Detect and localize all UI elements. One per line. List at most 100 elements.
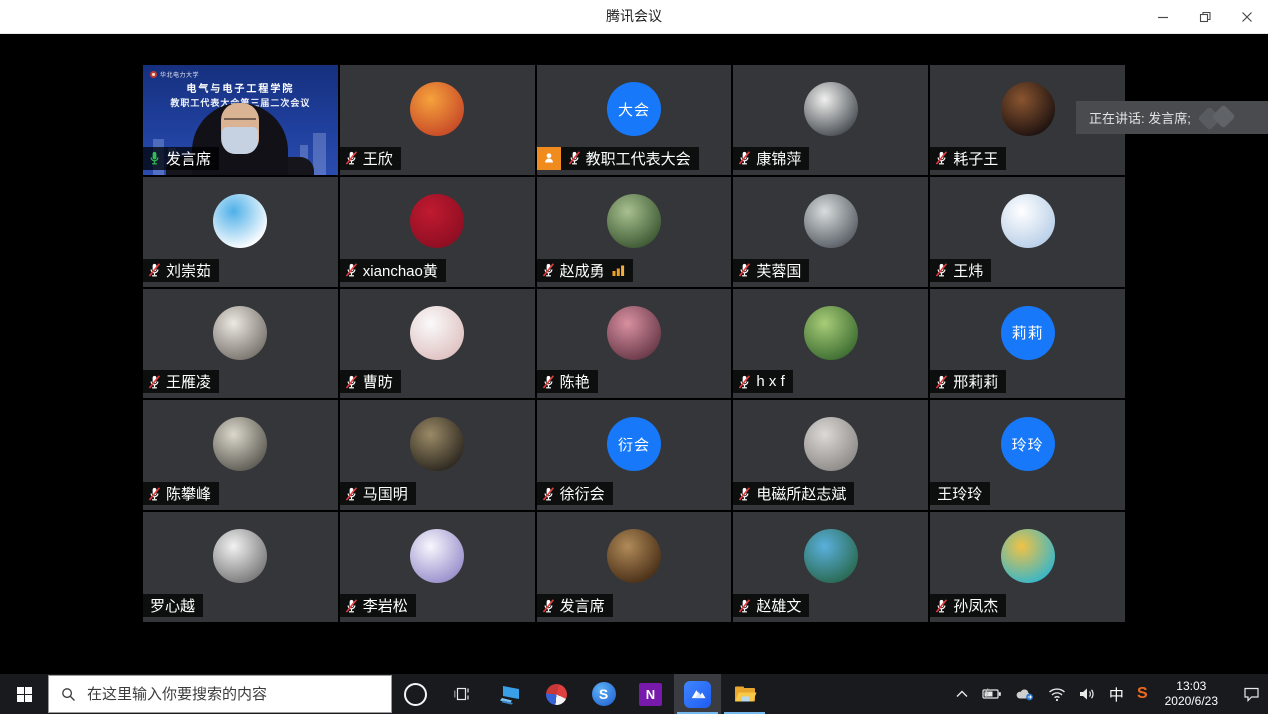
video-tile[interactable]: 王炜: [930, 177, 1125, 287]
taskbar-search[interactable]: [48, 675, 392, 713]
participant-label: 发言席: [143, 147, 219, 170]
mic-muted-icon: [567, 150, 582, 166]
mic-muted-icon: [344, 150, 359, 166]
video-tile[interactable]: 电磁所赵志斌: [733, 400, 928, 510]
video-tile[interactable]: 王欣: [340, 65, 535, 175]
speaker-face-mask: [222, 127, 258, 154]
participant-name: 发言席: [560, 595, 605, 616]
mic-muted-icon: [344, 486, 359, 502]
participant-name: 赵雄文: [756, 595, 801, 616]
video-tile[interactable]: 刘崇茹: [143, 177, 338, 287]
search-input[interactable]: [85, 685, 391, 704]
video-tile[interactable]: 衍会 徐衍会: [537, 400, 732, 510]
video-tile[interactable]: 曹昉: [340, 289, 535, 399]
participant-label: 康锦萍: [733, 147, 809, 170]
cloud-icon: [1015, 687, 1035, 701]
avatar: [804, 306, 858, 360]
university-emblem-icon: [150, 71, 157, 78]
participant-label: 王炜: [930, 259, 991, 282]
onedrive-status[interactable]: [1015, 687, 1035, 701]
close-button[interactable]: [1226, 0, 1268, 33]
video-tile[interactable]: 罗心越: [143, 512, 338, 622]
video-tile[interactable]: 王雁凌: [143, 289, 338, 399]
mic-muted-icon: [541, 598, 556, 614]
video-tile[interactable]: 孙凤杰: [930, 512, 1125, 622]
tray-expand-button[interactable]: [955, 689, 969, 699]
start-button[interactable]: [0, 674, 48, 714]
avatar: [410, 417, 464, 471]
video-tile[interactable]: 大会 教职工代表大会: [537, 65, 732, 175]
mic-muted-icon: [147, 374, 162, 390]
avatar: [410, 306, 464, 360]
participant-label: 王玲玲: [930, 482, 990, 505]
battery-icon: [982, 688, 1002, 700]
file-explorer-icon: [733, 684, 757, 704]
participant-label: 赵成勇: [537, 259, 633, 282]
participant-label: 耗子王: [930, 147, 1006, 170]
participant-name: 康锦萍: [756, 148, 801, 169]
video-tile[interactable]: 陈攀峰: [143, 400, 338, 510]
slide-title-line1: 电气与电子工程学院: [143, 80, 338, 95]
battery-status[interactable]: [982, 688, 1002, 700]
sogou-ime-icon[interactable]: S: [1137, 685, 1148, 703]
participant-label: 王雁凌: [143, 370, 219, 393]
video-tile[interactable]: 莉莉 邢莉莉: [930, 289, 1125, 399]
video-tile[interactable]: xianchao黄: [340, 177, 535, 287]
participant-label: 曹昉: [340, 370, 401, 393]
video-tile[interactable]: 李岩松: [340, 512, 535, 622]
participant-label: 罗心越: [143, 594, 203, 617]
sogou-browser-button[interactable]: S: [580, 674, 627, 714]
participant-label: 孙凤杰: [930, 594, 1006, 617]
minimize-button[interactable]: [1142, 0, 1184, 33]
participant-name: 马国明: [363, 483, 408, 504]
cortana-icon: [404, 683, 427, 706]
video-tile[interactable]: 陈艳: [537, 289, 732, 399]
mic-muted-icon: [934, 598, 949, 614]
participant-name: 王雁凌: [166, 371, 211, 392]
participant-label: 刘崇茹: [143, 259, 219, 282]
host-badge-icon: [537, 147, 561, 170]
video-tile[interactable]: 发言席: [537, 512, 732, 622]
wifi-status[interactable]: [1048, 687, 1066, 701]
avatar: [607, 306, 661, 360]
avatar: 玲玲: [1001, 417, 1055, 471]
restore-button[interactable]: [1184, 0, 1226, 33]
video-tile[interactable]: 赵成勇: [537, 177, 732, 287]
video-tile[interactable]: 赵雄文: [733, 512, 928, 622]
action-center-button[interactable]: [1243, 686, 1260, 703]
cortana-button[interactable]: [392, 674, 439, 714]
video-tile[interactable]: 康锦萍: [733, 65, 928, 175]
taskbar: S N 中 S 1: [0, 674, 1268, 714]
participant-grid: 华北电力大学 电气与电子工程学院 教职工代表大会第三届二次会议 发言席: [143, 65, 1125, 622]
onenote-button[interactable]: N: [627, 674, 674, 714]
sogou-browser-icon: S: [592, 682, 616, 706]
video-tile[interactable]: 玲玲 王玲玲: [930, 400, 1125, 510]
clock-date: 2020/6/23: [1165, 694, 1218, 709]
volume-status[interactable]: [1079, 687, 1096, 701]
video-tile[interactable]: h x f: [733, 289, 928, 399]
tencent-meeting-button[interactable]: [674, 674, 721, 714]
participant-label: 徐衍会: [537, 482, 613, 505]
ime-indicator[interactable]: 中: [1109, 684, 1124, 705]
taskbar-clock[interactable]: 13:03 2020/6/23: [1161, 679, 1222, 709]
slide-building: [313, 133, 326, 175]
participant-name: 孙凤杰: [953, 595, 998, 616]
avatar: 衍会: [607, 417, 661, 471]
avatar: [213, 529, 267, 583]
participant-name: 耗子王: [953, 148, 998, 169]
video-tile[interactable]: 华北电力大学 电气与电子工程学院 教职工代表大会第三届二次会议 发言席: [143, 65, 338, 175]
video-tile[interactable]: 马国明: [340, 400, 535, 510]
mic-on-icon: [147, 150, 162, 166]
avatar: 大会: [607, 82, 661, 136]
avatar: [213, 417, 267, 471]
file-explorer-button[interactable]: [721, 674, 768, 714]
participant-name: 李岩松: [363, 595, 408, 616]
speaker-icon: [1079, 687, 1096, 701]
task-view-button[interactable]: [439, 674, 486, 714]
screenshot-tool-button[interactable]: [533, 674, 580, 714]
window-controls: [1142, 0, 1268, 33]
mic-muted-icon: [344, 374, 359, 390]
pc-app-button[interactable]: [486, 674, 533, 714]
avatar: [607, 194, 661, 248]
video-tile[interactable]: 芙蓉国: [733, 177, 928, 287]
